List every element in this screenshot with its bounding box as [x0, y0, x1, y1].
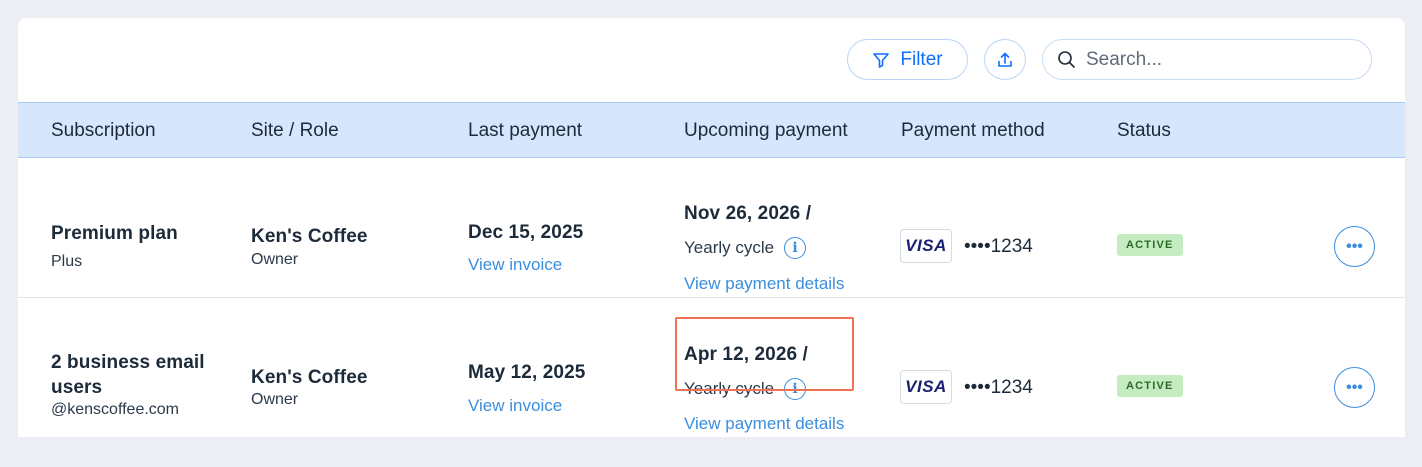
column-header-site-role[interactable]: Site / Role — [251, 120, 339, 142]
upload-icon — [998, 52, 1012, 67]
billing-cycle: Yearly cycle i — [684, 237, 807, 259]
visa-logo-icon: VISA — [900, 370, 952, 404]
subscription-plan: Plus — [51, 253, 83, 270]
subscription-name: Premium plan — [51, 223, 178, 244]
toolbar: Filter — [18, 18, 1405, 102]
status-badge: ACTIVE — [1117, 375, 1183, 397]
filter-icon — [873, 52, 890, 68]
table-header: Subscription Site / Role Last payment Up… — [18, 102, 1405, 158]
filter-label: Filter — [900, 48, 943, 70]
billing-cycle: Yearly cycle i — [684, 378, 807, 400]
subscription-domain: @kenscoffee.com — [51, 401, 180, 418]
column-header-status[interactable]: Status — [1117, 120, 1171, 142]
search-icon — [1058, 51, 1075, 68]
card-number: ••••1234 — [964, 377, 1033, 398]
site-name: Ken's Coffee — [251, 226, 368, 247]
subscription-name-line-2: users — [51, 377, 103, 398]
search-field[interactable] — [1042, 39, 1372, 80]
more-icon: ••• — [1346, 237, 1363, 255]
status-badge: ACTIVE — [1117, 234, 1183, 256]
more-icon: ••• — [1346, 378, 1363, 396]
column-header-payment-method[interactable]: Payment method — [901, 120, 1045, 142]
view-invoice-link[interactable]: View invoice — [468, 396, 562, 416]
view-invoice-link[interactable]: View invoice — [468, 255, 562, 275]
view-payment-details-link[interactable]: View payment details — [684, 414, 844, 434]
last-payment-date: Dec 15, 2025 — [468, 222, 584, 243]
upcoming-payment-date: Apr 12, 2026 / — [684, 344, 808, 365]
search-input[interactable] — [1086, 48, 1356, 71]
more-actions-button[interactable]: ••• — [1334, 367, 1375, 408]
site-role: Owner — [251, 391, 299, 408]
visa-logo-icon: VISA — [900, 229, 952, 263]
table-row: Premium plan Plus Ken's Coffee Owner Dec… — [18, 158, 1405, 298]
filter-button[interactable]: Filter — [847, 39, 968, 80]
export-button[interactable] — [984, 39, 1026, 80]
more-actions-button[interactable]: ••• — [1334, 226, 1375, 267]
table-row: 2 business email users @kenscoffee.com K… — [18, 299, 1405, 437]
column-header-upcoming-payment[interactable]: Upcoming payment — [684, 120, 848, 142]
billing-cycle-label: Yearly cycle — [684, 238, 775, 257]
info-icon[interactable]: i — [784, 378, 807, 400]
card-number: ••••1234 — [964, 236, 1033, 257]
last-payment-date: May 12, 2025 — [468, 362, 586, 383]
subscriptions-card: Filter Subscription Site / Role Last pay… — [18, 18, 1405, 437]
site-role: Owner — [251, 251, 299, 268]
subscription-name: 2 business email — [51, 352, 205, 373]
site-name: Ken's Coffee — [251, 367, 368, 388]
view-payment-details-link[interactable]: View payment details — [684, 274, 844, 294]
info-icon[interactable]: i — [784, 237, 807, 259]
column-header-last-payment[interactable]: Last payment — [468, 120, 582, 142]
column-header-subscription[interactable]: Subscription — [51, 120, 156, 142]
billing-cycle-label: Yearly cycle — [684, 379, 775, 398]
upcoming-payment-date: Nov 26, 2026 / — [684, 203, 812, 224]
